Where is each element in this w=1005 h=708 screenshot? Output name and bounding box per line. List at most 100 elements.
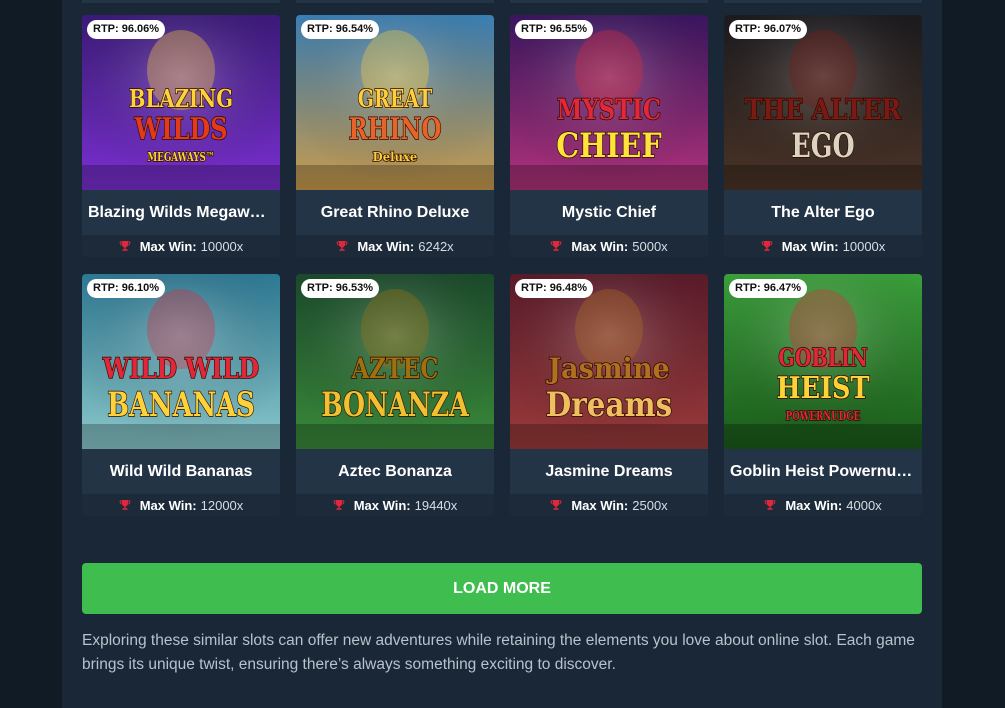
slot-logo-text: RHINO xyxy=(349,112,442,147)
max-win-value: 10000x xyxy=(200,238,244,254)
max-win-label: Max Win: xyxy=(781,238,839,254)
rtp-badge: RTP: 96.10% xyxy=(87,279,166,298)
slot-logo-text: HEIST xyxy=(777,371,871,406)
trophy-icon xyxy=(119,241,130,251)
slot-thumbnail[interactable]: MYSTIC CHIEF RTP: 96.55% xyxy=(510,15,708,190)
trophy-icon xyxy=(765,500,776,510)
max-win-row: Max Win: 4000x xyxy=(724,494,922,516)
slot-title[interactable]: Aztec Bonanza xyxy=(296,449,494,494)
slot-thumbnail[interactable]: THE ALTER EGO RTP: 96.07% xyxy=(724,15,922,190)
max-win-label: Max Win: xyxy=(139,238,197,254)
load-more-button[interactable]: LOAD MORE xyxy=(82,563,922,614)
slot-logo-text: WILDS xyxy=(134,112,228,147)
slot-card[interactable]: BLAZING WILDS MEGAWAYS™ RTP: 96.06% Blazing … xyxy=(82,15,280,257)
slot-logo-text: CHIEF xyxy=(556,126,661,166)
previous-row-bottom-edges xyxy=(82,0,922,3)
slot-artwork: MYSTICCHIEF xyxy=(510,15,708,190)
max-win-label: Max Win: xyxy=(571,497,629,513)
slot-logo-text: GOBLIN xyxy=(778,343,867,372)
trophy-icon xyxy=(551,241,562,251)
slot-card[interactable]: WILD WILD BANANAS RTP: 96.10% Wild Wild Ban… xyxy=(82,274,280,516)
trophy-icon xyxy=(551,500,562,510)
trophy-icon xyxy=(337,241,348,251)
max-win-label: Max Win: xyxy=(357,238,415,254)
slot-card[interactable]: Jasmine Dreams RTP: 96.48% Jasmine Dreams Ma… xyxy=(510,274,708,516)
slot-title[interactable]: The Alter Ego xyxy=(724,190,922,235)
slot-thumbnail[interactable]: GOBLIN HEIST POWERNUDGE RTP: 96.47% xyxy=(724,274,922,449)
slot-artwork: GOBLINHEIST POWERNUDGE xyxy=(724,274,922,449)
rtp-badge: RTP: 96.47% xyxy=(729,279,808,298)
similar-slots-description: Exploring these similar slots can offer … xyxy=(82,632,915,673)
max-win-value: 4000x xyxy=(846,497,882,513)
slot-title[interactable]: Mystic Chief xyxy=(510,190,708,235)
max-win-value: 6242x xyxy=(418,238,454,254)
slot-logo-text: Deluxe xyxy=(373,150,418,164)
slot-artwork: THE ALTEREGO xyxy=(724,15,922,190)
slot-logo-text: AZTEC xyxy=(351,352,439,385)
max-win-value: 12000x xyxy=(200,497,244,513)
slot-title-text: Mystic Chief xyxy=(561,203,657,221)
slot-grid: BLAZING WILDS MEGAWAYS™ RTP: 96.06% Blazing … xyxy=(82,15,922,516)
slot-logo-text: EGO xyxy=(791,126,854,166)
max-win-label: Max Win: xyxy=(571,238,629,254)
max-win-row: Max Win: 10000x xyxy=(82,235,280,257)
slot-card[interactable]: GREAT RHINO Deluxe RTP: 96.54% Great Rhino D… xyxy=(296,15,494,257)
slot-title[interactable]: Jasmine Dreams xyxy=(510,449,708,494)
slot-logo-text: WILD WILD xyxy=(102,352,259,385)
slot-title-text: The Alter Ego xyxy=(771,203,875,221)
slot-card[interactable]: THE ALTER EGO RTP: 96.07% The Alter Ego Max … xyxy=(724,15,922,257)
slot-title-text: Aztec Bonanza xyxy=(338,462,452,480)
slot-card[interactable]: MYSTIC CHIEF RTP: 96.55% Mystic Chief Max Wi… xyxy=(510,15,708,257)
slot-title-text: Goblin Heist Powernud… xyxy=(730,462,916,480)
slot-logo-text: BANANAS xyxy=(107,385,255,425)
slot-card[interactable]: AZTEC BONANZA RTP: 96.53% Aztec Bonanza Max … xyxy=(296,274,494,516)
trophy-icon xyxy=(119,500,130,510)
slot-title[interactable]: Great Rhino Deluxe xyxy=(296,190,494,235)
rtp-badge: RTP: 96.53% xyxy=(301,279,380,298)
slot-logo-text: MEGAWAYS™ xyxy=(148,150,215,164)
max-win-row: Max Win: 12000x xyxy=(82,494,280,516)
slot-title[interactable]: Wild Wild Bananas xyxy=(82,449,280,494)
slot-title[interactable]: Goblin Heist Powernud… xyxy=(724,449,922,494)
max-win-value: 19440x xyxy=(414,497,458,513)
rtp-badge: RTP: 96.48% xyxy=(515,279,594,298)
slot-title-text: Jasmine Dreams xyxy=(545,462,673,480)
slot-title-text: Blazing Wilds Megawa… xyxy=(88,203,274,221)
trophy-icon xyxy=(333,500,344,510)
slot-thumbnail[interactable]: Jasmine Dreams RTP: 96.48% xyxy=(510,274,708,449)
rtp-badge: RTP: 96.55% xyxy=(515,20,594,39)
max-win-row: Max Win: 2500x xyxy=(510,494,708,516)
rtp-badge: RTP: 96.06% xyxy=(87,20,166,39)
slot-logo-text: MYSTIC xyxy=(557,93,661,126)
max-win-label: Max Win: xyxy=(353,497,411,513)
max-win-row: Max Win: 5000x xyxy=(510,235,708,257)
slot-logo-text: THE ALTER xyxy=(745,93,902,126)
max-win-value: 10000x xyxy=(842,238,886,254)
max-win-value: 5000x xyxy=(632,238,668,254)
slot-logo-text: Jasmine xyxy=(545,352,669,385)
slot-title-text: Great Rhino Deluxe xyxy=(320,203,470,221)
rtp-badge: RTP: 96.54% xyxy=(301,20,380,39)
slot-thumbnail[interactable]: WILD WILD BANANAS RTP: 96.10% xyxy=(82,274,280,449)
slot-thumbnail[interactable]: GREAT RHINO Deluxe RTP: 96.54% xyxy=(296,15,494,190)
slot-thumbnail[interactable]: BLAZING WILDS MEGAWAYS™ RTP: 96.06% xyxy=(82,15,280,190)
trophy-icon xyxy=(761,241,772,251)
slot-artwork: AZTECBONANZA xyxy=(296,274,494,449)
slot-logo-text: Dreams xyxy=(546,385,672,425)
slot-artwork: BLAZINGWILDS MEGAWAYS™ xyxy=(82,15,280,190)
slot-title-text: Wild Wild Bananas xyxy=(109,462,253,480)
slot-logo-text: BLAZING xyxy=(129,84,233,113)
slot-logo-text: GREAT xyxy=(358,84,433,113)
max-win-row: Max Win: 6242x xyxy=(296,235,494,257)
slot-title[interactable]: Blazing Wilds Megawa… xyxy=(82,190,280,235)
max-win-label: Max Win: xyxy=(139,497,197,513)
slot-artwork: GREATRHINO Deluxe xyxy=(296,15,494,190)
max-win-row: Max Win: 19440x xyxy=(296,494,494,516)
slot-artwork: JasmineDreams xyxy=(510,274,708,449)
rtp-badge: RTP: 96.07% xyxy=(729,20,808,39)
slot-logo-text: POWERNUDGE xyxy=(786,409,860,423)
slot-thumbnail[interactable]: AZTEC BONANZA RTP: 96.53% xyxy=(296,274,494,449)
slot-logo-text: BONANZA xyxy=(321,385,469,425)
slot-card[interactable]: GOBLIN HEIST POWERNUDGE RTP: 96.47% Goblin H… xyxy=(724,274,922,516)
max-win-value: 2500x xyxy=(632,497,668,513)
